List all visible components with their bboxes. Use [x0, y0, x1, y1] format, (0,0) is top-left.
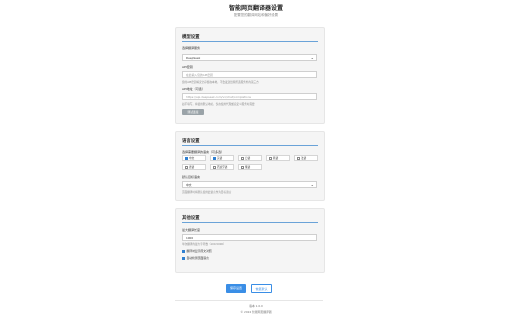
language-option[interactable]: 韩语	[266, 155, 290, 161]
provider-label: 选择翻译服务	[182, 46, 201, 50]
test-connection-button[interactable]: 测试连接	[182, 109, 204, 115]
reset-button[interactable]: 恢复默认	[251, 284, 272, 293]
section-title: 其他设置	[182, 216, 200, 221]
max-length-value: 1000	[186, 236, 194, 240]
model-settings-section: 模型设置 选择翻译服务 DeepSeek ⌄ API密钥 在此输入您的API密钥…	[175, 27, 325, 124]
language-option[interactable]: 日语	[238, 155, 262, 161]
checkbox[interactable]	[184, 166, 188, 170]
api-url-placeholder: https://api.deepseek.com/v1/chat/complet…	[186, 95, 251, 99]
language-option[interactable]: 法语	[294, 155, 318, 161]
language-option[interactable]: 中文	[182, 155, 206, 161]
api-key-input[interactable]: 在此输入您的API密钥	[182, 71, 317, 78]
save-button[interactable]: 保存设置	[226, 284, 246, 293]
section-divider	[182, 145, 318, 146]
default-language-select[interactable]: 中文 ⌄	[182, 181, 317, 188]
api-url-input[interactable]: https://api.deepseek.com/v1/chat/complet…	[182, 93, 317, 100]
max-length-label: 最大翻译长度	[182, 228, 201, 232]
default-language-hint: 页面翻译时将默认使用此语言作为目标语言	[182, 191, 232, 194]
language-option[interactable]: 德语	[182, 164, 206, 170]
default-language-value: 中文	[186, 183, 192, 187]
footer-version: 版本 1.0.0	[249, 304, 263, 308]
languages-label: 选择需要翻译的语言（可多选）	[182, 150, 225, 154]
page-subtitle: 配置您的翻译网站和偏好设置	[233, 13, 279, 17]
language-option[interactable]: 西班牙语	[210, 164, 234, 170]
language-label: 西班牙语	[217, 166, 228, 169]
language-label: 日语	[245, 157, 251, 160]
checkbox[interactable]	[240, 166, 244, 170]
other-settings-section: 其他设置 最大翻译长度 1000 单次翻译的最大字符数（100-5000） 翻译…	[175, 208, 325, 273]
provider-value: DeepSeek	[186, 56, 201, 60]
checkbox[interactable]	[296, 157, 300, 161]
max-length-input[interactable]: 1000	[182, 234, 317, 241]
checkbox[interactable]	[240, 157, 244, 161]
footer-copyright: © 2024 智能网页翻译器	[240, 310, 272, 314]
page-title: 智能网页翻译器设置	[228, 5, 283, 12]
option-show-original[interactable]: 翻译时显示原文对照	[182, 249, 212, 253]
max-length-hint: 单次翻译的最大字符数（100-5000）	[182, 243, 226, 246]
language-settings-section: 语言设置 选择需要翻译的语言（可多选） 默认目标语言 中文 ⌄ 页面翻译时将默认…	[175, 131, 325, 201]
language-option[interactable]: 俄语	[238, 164, 262, 170]
default-language-label: 默认目标语言	[182, 175, 201, 179]
checkbox[interactable]	[212, 166, 216, 170]
api-key-placeholder: 在此输入您的API密钥	[186, 73, 213, 77]
api-key-hint: 您的API密钥将安全存储在本地，不会发送给除所选服务外的第三方	[182, 81, 259, 84]
language-label: 英语	[217, 157, 223, 160]
option-label: 翻译时显示原文对照	[186, 249, 212, 253]
chevron-down-icon: ⌄	[310, 55, 314, 60]
option-label: 自动检测页面语言	[186, 256, 209, 260]
language-option[interactable]: 英语	[210, 155, 234, 161]
section-title: 语言设置	[182, 139, 200, 144]
language-label: 韩语	[273, 157, 279, 160]
language-label: 中文	[189, 157, 195, 160]
api-url-label: API地址（可选）	[182, 87, 205, 91]
section-divider	[182, 222, 318, 223]
footer-divider	[175, 300, 323, 301]
checkbox[interactable]	[268, 157, 272, 161]
option-auto-detect[interactable]: 自动检测页面语言	[182, 256, 209, 260]
language-label: 法语	[301, 157, 307, 160]
checkbox[interactable]	[184, 157, 188, 161]
language-label: 德语	[189, 166, 195, 169]
section-title: 模型设置	[182, 35, 200, 40]
section-divider	[182, 41, 318, 42]
api-key-label: API密钥	[182, 65, 193, 69]
chevron-down-icon: ⌄	[310, 182, 314, 187]
checkbox[interactable]	[182, 249, 185, 253]
language-label: 俄语	[245, 166, 251, 169]
provider-select[interactable]: DeepSeek ⌄	[182, 54, 317, 61]
api-url-hint: 如不填写，将使用默认地址，仅在使用代理或自定义服务时需要	[182, 103, 255, 106]
checkbox[interactable]	[182, 256, 185, 260]
checkbox[interactable]	[212, 157, 216, 161]
